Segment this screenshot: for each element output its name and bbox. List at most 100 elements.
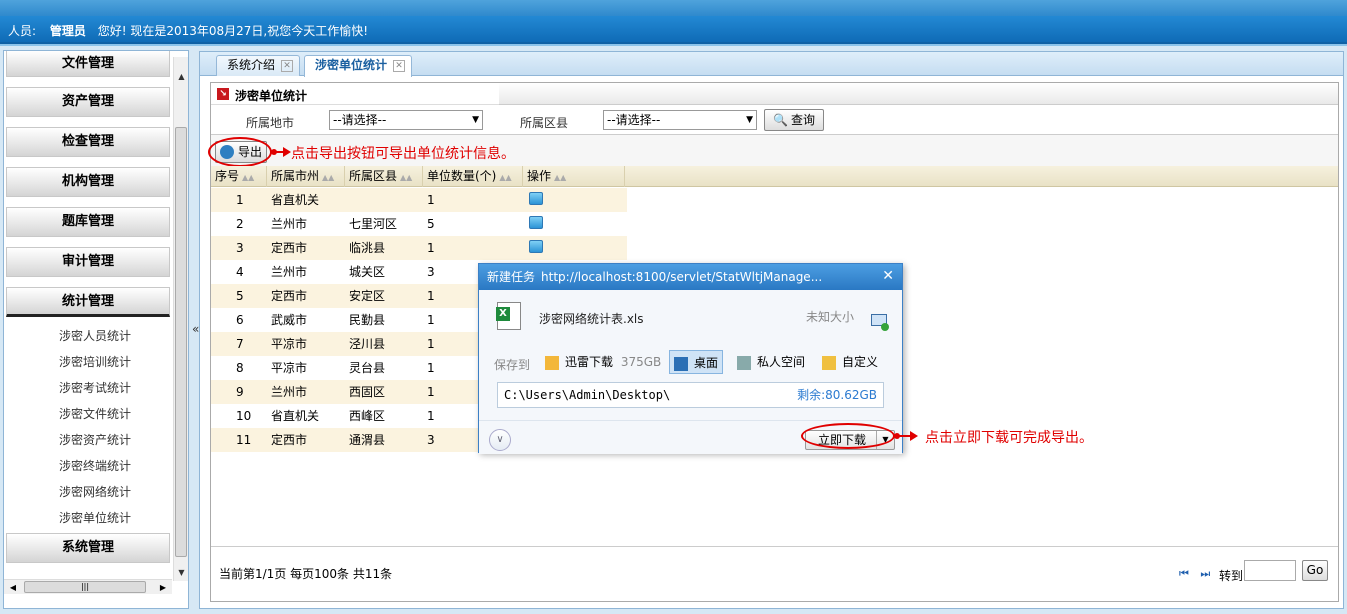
top-header: 人员: 管理员 您好! 现在是2013年08月27日,祝您今天工作愉快!	[0, 0, 1347, 46]
sidebar-menu-header[interactable]: 题库管理	[6, 207, 170, 237]
table-cell: 通渭县	[349, 433, 386, 447]
pager-first-last-icon[interactable]: ⏮ ⏭	[1179, 567, 1214, 581]
table-cell: 临洮县	[349, 241, 386, 255]
tab-label: 系统介绍	[227, 58, 276, 72]
location-custom[interactable]: 自定义	[822, 350, 878, 374]
scroll-right-icon[interactable]: ▶	[156, 580, 170, 595]
city-select-value: --请选择--	[333, 113, 387, 127]
column-header-label: 所属区县	[349, 169, 398, 183]
table-cell: 1	[427, 337, 435, 351]
sidebar-menu-header[interactable]: 统计管理	[6, 287, 170, 317]
table-cell: 9	[236, 385, 244, 399]
greeting-text: 您好! 现在是2013年08月27日,祝您今天工作愉快!	[97, 24, 369, 38]
sidebar-menu-header[interactable]: 系统管理	[6, 533, 170, 563]
view-detail-icon[interactable]	[529, 240, 543, 253]
table-row[interactable]: 2 兰州市 七里河区 5	[211, 212, 627, 236]
table-cell: 8	[236, 361, 244, 375]
sidebar-sub-item[interactable]: 涉密资产统计	[4, 427, 172, 453]
sidebar-menu-header[interactable]: 审计管理	[6, 247, 170, 277]
expand-options-icon[interactable]: ∨	[489, 429, 511, 451]
column-header[interactable]: 所属区县 ▲▲	[345, 166, 423, 187]
close-icon[interactable]: ✕	[393, 59, 406, 72]
chevron-down-icon: ▼	[472, 115, 479, 125]
scrollbar-thumb[interactable]	[175, 127, 187, 557]
sort-icon[interactable]: ▲▲	[499, 173, 511, 182]
sidebar-vertical-scrollbar[interactable]: ▲ ▼	[173, 57, 188, 581]
sidebar-sub-item[interactable]: 涉密单位统计	[4, 505, 172, 531]
sidebar-sub-item[interactable]: 涉密人员统计	[4, 323, 172, 349]
county-select[interactable]: --请选择-- ▼	[603, 110, 757, 130]
location-desktop[interactable]: 桌面	[669, 350, 724, 374]
computer-icon[interactable]	[871, 314, 889, 331]
save-path-input[interactable]: C:\Users\Admin\Desktop\ 剩余:80.62GB	[497, 382, 884, 408]
sidebar-horizontal-scrollbar[interactable]: ◀ ||| ▶	[4, 579, 172, 594]
sidebar-menu-header[interactable]: 资产管理	[6, 87, 170, 117]
sidebar-sub-item[interactable]: 涉密文件统计	[4, 401, 172, 427]
sort-icon[interactable]: ▲▲	[322, 173, 334, 182]
table-cell: 省直机关	[271, 409, 320, 423]
sidebar-sub-item[interactable]: 涉密网络统计	[4, 479, 172, 505]
table-cell: 定西市	[271, 433, 308, 447]
table-cell: 1	[427, 361, 435, 375]
table-cell: 民勤县	[349, 313, 386, 327]
close-icon[interactable]: ✕	[882, 268, 894, 284]
table-cell: 3	[427, 433, 435, 447]
city-select[interactable]: --请选择-- ▼	[329, 110, 483, 130]
table-cell: 1	[427, 241, 435, 255]
sidebar-sub-item[interactable]: 涉密终端统计	[4, 453, 172, 479]
download-annotation: 点击立即下载可完成导出。	[925, 430, 1093, 446]
view-detail-icon[interactable]	[529, 192, 543, 205]
scroll-up-icon[interactable]: ▲	[174, 69, 189, 85]
chevron-down-icon: ▼	[746, 115, 753, 125]
dialog-title-bar: 新建任务 http://localhost:8100/servlet/StatWl…	[479, 264, 902, 290]
query-button[interactable]: 🔍 查询	[764, 109, 824, 131]
table-cell: 西固区	[349, 385, 386, 399]
pager-info: 当前第1/1页 每页100条 共11条	[219, 567, 393, 581]
sort-icon[interactable]: ▲▲	[242, 173, 254, 182]
table-cell: 7	[236, 337, 244, 351]
county-select-value: --请选择--	[607, 113, 661, 127]
column-header[interactable]: 单位数量(个) ▲▲	[423, 166, 523, 187]
table-cell: 平凉市	[271, 337, 308, 351]
tab-unit-statistics[interactable]: 涉密单位统计 ✕	[304, 55, 413, 77]
column-header[interactable]: 所属市州 ▲▲	[267, 166, 345, 187]
scrollbar-thumb[interactable]: |||	[24, 581, 146, 593]
save-path: C:\Users\Admin\Desktop\	[504, 388, 671, 402]
sidebar-menu-header[interactable]: 检查管理	[6, 127, 170, 157]
table-cell: 七里河区	[349, 217, 398, 231]
panel-title-text: 涉密单位统计	[235, 89, 308, 103]
table-row[interactable]: 3 定西市 临洮县 1	[211, 236, 627, 260]
sidebar-submenu: 涉密人员统计 涉密培训统计 涉密考试统计 涉密文件统计 涉密资产统计 涉密终端统计 涉密网络…	[4, 317, 172, 531]
sidebar-sub-item[interactable]: 涉密培训统计	[4, 349, 172, 375]
sidebar-menu-header[interactable]: 机构管理	[6, 167, 170, 197]
column-header[interactable]: 操作 ▲▲	[523, 166, 625, 187]
close-icon[interactable]: ✕	[281, 59, 294, 72]
user-label: 人员:	[8, 24, 37, 38]
annotation-arrow-head	[910, 431, 918, 441]
location-private-space[interactable]: 私人空间	[737, 350, 805, 374]
go-button[interactable]: Go	[1302, 560, 1328, 581]
scroll-left-icon[interactable]: ◀	[6, 580, 20, 595]
table-cell: 省直机关	[271, 193, 320, 207]
table-cell: 西峰区	[349, 409, 386, 423]
view-detail-icon[interactable]	[529, 216, 543, 229]
cloud-icon	[737, 355, 751, 370]
table-cell: 6	[236, 313, 244, 327]
column-header[interactable]: 序号 ▲▲	[211, 166, 267, 187]
sort-icon[interactable]: ▲▲	[554, 173, 566, 182]
table-cell: 定西市	[271, 241, 308, 255]
goto-page-input[interactable]	[1244, 560, 1296, 581]
sidebar-menu-header[interactable]: 文件管理	[6, 51, 170, 77]
tab-bar: 系统介绍 ✕ 涉密单位统计 ✕	[200, 52, 1343, 77]
table-cell: 泾川县	[349, 337, 386, 351]
column-header-label: 序号	[215, 169, 240, 183]
sidebar-sub-item[interactable]: 涉密考试统计	[4, 375, 172, 401]
location-label: 桌面	[694, 356, 719, 370]
location-thunder[interactable]: 迅雷下载 375GB	[545, 350, 661, 374]
table-row[interactable]: 1 省直机关 1	[211, 188, 627, 212]
excel-file-icon: X	[496, 302, 521, 330]
scroll-down-icon[interactable]: ▼	[174, 565, 189, 581]
annotation-ellipse	[208, 137, 272, 167]
sort-icon[interactable]: ▲▲	[400, 173, 412, 182]
tab-system-intro[interactable]: 系统介绍 ✕	[216, 55, 301, 76]
